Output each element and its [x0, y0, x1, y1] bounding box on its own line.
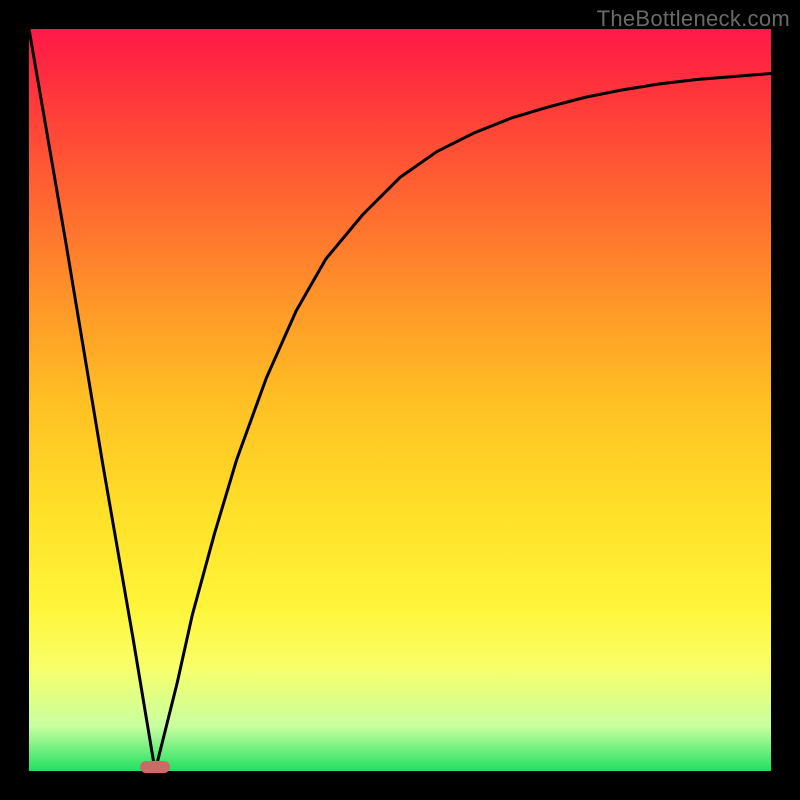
- optimum-marker: [140, 761, 170, 773]
- bottleneck-curve: [29, 29, 771, 771]
- watermark-text: TheBottleneck.com: [597, 6, 790, 32]
